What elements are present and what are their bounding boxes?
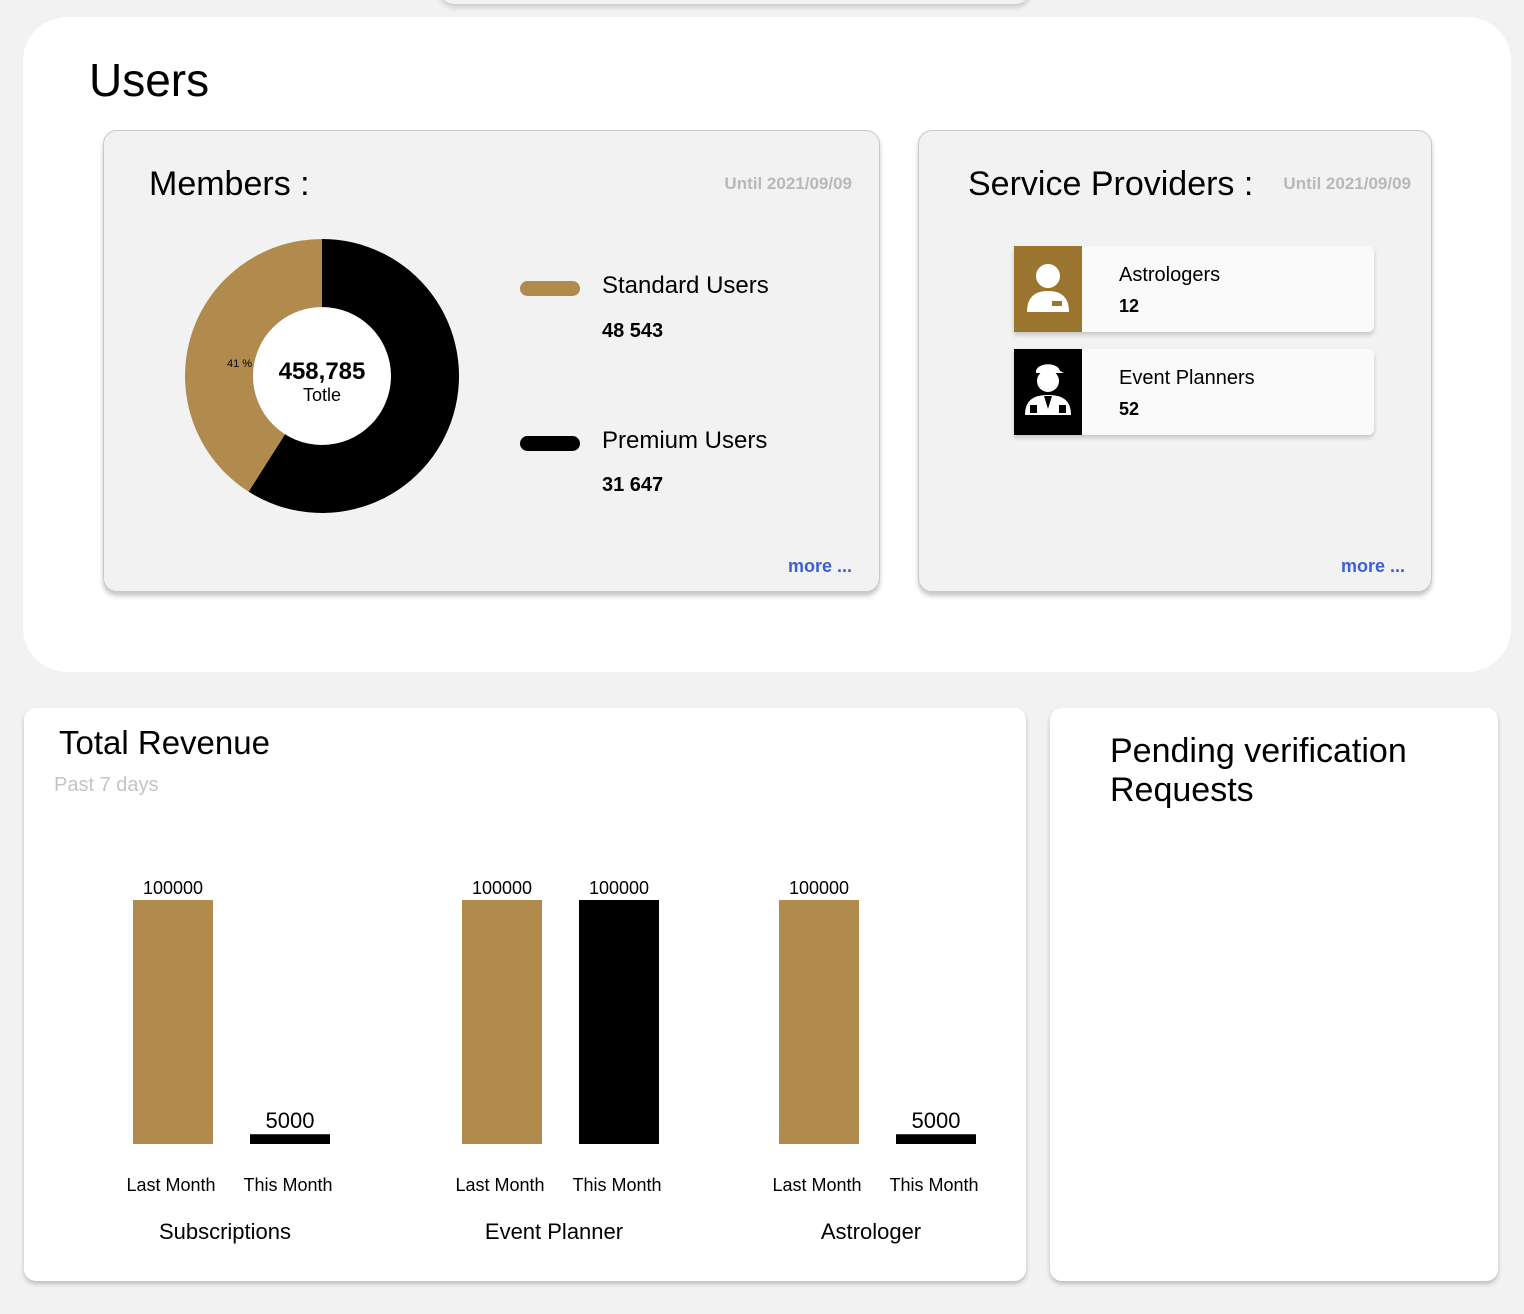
legend-label-premium: Premium Users bbox=[602, 427, 768, 454]
provider-count-astrologers: 12 bbox=[1119, 296, 1140, 316]
bar-subscriptions-this-month bbox=[250, 1134, 330, 1144]
members-until-date: Until 2021/09/09 bbox=[724, 174, 852, 193]
pending-title: Pending verification Requests bbox=[1110, 732, 1407, 809]
provider-item-event-planners[interactable]: Event Planners 52 bbox=[1014, 349, 1374, 435]
providers-title: Service Providers : bbox=[968, 165, 1254, 203]
revenue-bar-chart: 100000 Last Month 5000 This Month Subscripti… bbox=[126, 878, 978, 1244]
members-title: Members : bbox=[149, 165, 310, 203]
event-planner-person-icon bbox=[1014, 349, 1082, 435]
users-panel: Users Members : Until 2021/09/09 41 % 45… bbox=[23, 17, 1511, 672]
bar-value-subscriptions-this-month: 5000 bbox=[266, 1108, 315, 1133]
legend-swatch-premium bbox=[520, 436, 580, 451]
bar-label-astrologer-last-month: Last Month bbox=[772, 1175, 861, 1195]
provider-name-event-planners: Event Planners bbox=[1119, 367, 1255, 389]
bar-value-subscriptions-last-month: 100000 bbox=[143, 878, 203, 898]
providers-until-date: Until 2021/09/09 bbox=[1283, 174, 1411, 193]
members-more-link[interactable]: more ... bbox=[788, 556, 852, 577]
group-label-subscriptions: Subscriptions bbox=[159, 1219, 291, 1244]
bar-value-event-planner-last-month: 100000 bbox=[472, 878, 532, 898]
bar-label-subscriptions-last-month: Last Month bbox=[126, 1175, 215, 1195]
group-label-event-planner: Event Planner bbox=[485, 1219, 623, 1244]
members-donut-chart: 41 % 458,785 Totle bbox=[185, 239, 459, 513]
donut-total-value: 458,785 bbox=[279, 358, 366, 385]
bar-event-planner-this-month bbox=[579, 900, 659, 1144]
bar-label-subscriptions-this-month: This Month bbox=[243, 1175, 332, 1195]
bar-value-astrologer-this-month: 5000 bbox=[912, 1108, 961, 1133]
provider-count-event-planners: 52 bbox=[1119, 399, 1140, 419]
donut-total-label: Totle bbox=[303, 385, 341, 405]
donut-slice-percent-label: 41 % bbox=[227, 358, 252, 370]
bar-value-astrologer-last-month: 100000 bbox=[789, 878, 849, 898]
bar-subscriptions-last-month bbox=[133, 900, 213, 1144]
legend-label-standard: Standard Users bbox=[602, 272, 769, 299]
total-revenue-card: Total Revenue Past 7 days 100000 Last Mon… bbox=[24, 708, 1026, 1281]
astrologer-person-icon bbox=[1014, 246, 1082, 332]
provider-item-astrologers[interactable]: Astrologers 12 bbox=[1014, 246, 1374, 332]
bar-astrologer-this-month bbox=[896, 1134, 976, 1144]
bar-value-event-planner-this-month: 100000 bbox=[589, 878, 649, 898]
group-label-astrologer: Astrologer bbox=[821, 1219, 921, 1244]
bar-label-event-planner-this-month: This Month bbox=[572, 1175, 661, 1195]
pending-verification-card: Pending verification Requests bbox=[1050, 708, 1498, 1281]
bar-astrologer-last-month bbox=[779, 900, 859, 1144]
users-title: Users bbox=[89, 54, 210, 106]
legend-value-premium: 31 647 bbox=[602, 474, 664, 496]
provider-name-astrologers: Astrologers bbox=[1119, 264, 1221, 286]
bar-label-astrologer-this-month: This Month bbox=[889, 1175, 978, 1195]
providers-more-link[interactable]: more ... bbox=[1341, 556, 1405, 577]
members-card: Members : Until 2021/09/09 41 % 458,785 … bbox=[103, 130, 880, 592]
bar-event-planner-last-month bbox=[462, 900, 542, 1144]
legend-value-standard: 48 543 bbox=[602, 320, 664, 342]
legend-swatch-standard bbox=[520, 281, 580, 296]
top-card-edge bbox=[440, 0, 1030, 4]
service-providers-card: Service Providers : Until 2021/09/09 Ast… bbox=[918, 130, 1432, 592]
bar-label-event-planner-last-month: Last Month bbox=[455, 1175, 544, 1195]
